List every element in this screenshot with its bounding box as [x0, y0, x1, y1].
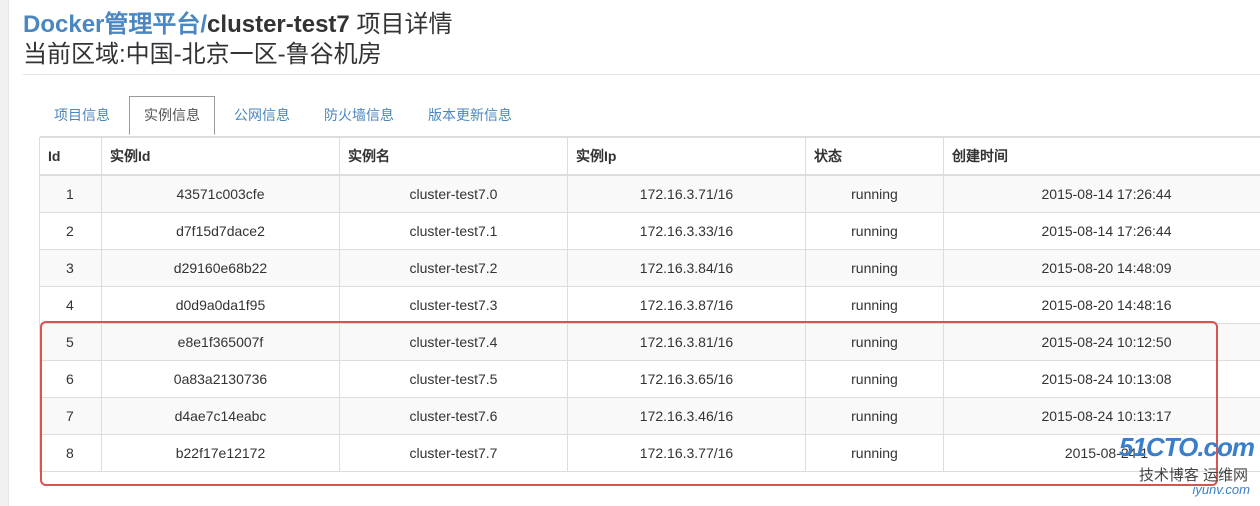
column-header-instance-ip: 实例Ip — [567, 137, 806, 176]
column-header-instance-name: 实例名 — [339, 137, 568, 176]
tab-public-network-info[interactable]: 公网信息 — [220, 96, 304, 135]
cell-status: running — [805, 286, 944, 324]
cell-created-time: 2015-08-14 17:26:44 — [943, 174, 1260, 213]
cell-status: running — [805, 174, 944, 213]
cell-instance-ip: 172.16.3.33/16 — [567, 212, 806, 250]
cell-instance-name: cluster-test7.0 — [339, 174, 568, 213]
cell-instance-name: cluster-test7.7 — [339, 434, 568, 472]
cell-created-time: 2015-08-24 1 — [943, 434, 1260, 472]
cell-instance-ip: 172.16.3.65/16 — [567, 360, 806, 398]
cell-instance-ip: 172.16.3.46/16 — [567, 397, 806, 435]
column-header-id: Id — [39, 137, 102, 176]
table-row: 1 43571c003cfe cluster-test7.0 172.16.3.… — [39, 174, 1260, 213]
table-row: 7 d4ae7c14eabc cluster-test7.6 172.16.3.… — [39, 397, 1260, 435]
cell-created-time: 2015-08-20 14:48:09 — [943, 249, 1260, 287]
tab-bar: 项目信息 实例信息 公网信息 防火墙信息 版本更新信息 — [40, 96, 1260, 137]
region-label: 当前区域:中国-北京一区-鲁谷机房 — [23, 41, 382, 68]
cell-created-time: 2015-08-24 10:13:08 — [943, 360, 1260, 398]
column-header-created-time: 创建时间 — [943, 137, 1260, 176]
page-header: Docker管理平台/cluster-test7 项目详情 当前区域:中国-北京… — [23, 10, 452, 70]
cell-status: running — [805, 212, 944, 250]
cell-instance-name: cluster-test7.5 — [339, 360, 568, 398]
cell-instance-id: d29160e68b22 — [101, 249, 340, 287]
cell-status: running — [805, 434, 944, 472]
tab-project-info[interactable]: 项目信息 — [40, 96, 124, 135]
cell-status: running — [805, 397, 944, 435]
cell-instance-ip: 172.16.3.77/16 — [567, 434, 806, 472]
cell-id: 7 — [39, 397, 102, 435]
cell-instance-ip: 172.16.3.84/16 — [567, 249, 806, 287]
cell-instance-id: b22f17e12172 — [101, 434, 340, 472]
table-row: 2 d7f15d7dace2 cluster-test7.1 172.16.3.… — [39, 212, 1260, 250]
cell-created-time: 2015-08-20 14:48:16 — [943, 286, 1260, 324]
cell-instance-ip: 172.16.3.71/16 — [567, 174, 806, 213]
table-header-row: Id 实例Id 实例名 实例Ip 状态 创建时间 — [39, 137, 1260, 176]
project-name: cluster-test7 — [207, 11, 350, 38]
tab-firewall-info[interactable]: 防火墙信息 — [310, 96, 408, 135]
cell-instance-ip: 172.16.3.81/16 — [567, 323, 806, 361]
cell-instance-name: cluster-test7.1 — [339, 212, 568, 250]
cell-id: 5 — [39, 323, 102, 361]
table-row: 4 d0d9a0da1f95 cluster-test7.3 172.16.3.… — [39, 286, 1260, 324]
brand-link[interactable]: Docker管理平台/ — [23, 11, 207, 38]
cell-instance-id: 43571c003cfe — [101, 174, 340, 213]
table-row: 5 e8e1f365007f cluster-test7.4 172.16.3.… — [39, 323, 1260, 361]
cell-instance-name: cluster-test7.6 — [339, 397, 568, 435]
table-row: 8 b22f17e12172 cluster-test7.7 172.16.3.… — [39, 434, 1260, 472]
cell-created-time: 2015-08-14 17:26:44 — [943, 212, 1260, 250]
cell-id: 3 — [39, 249, 102, 287]
column-header-instance-id: 实例Id — [101, 137, 340, 176]
cell-id: 6 — [39, 360, 102, 398]
cell-status: running — [805, 360, 944, 398]
table-row: 3 d29160e68b22 cluster-test7.2 172.16.3.… — [39, 249, 1260, 287]
table-row: 6 0a83a2130736 cluster-test7.5 172.16.3.… — [39, 360, 1260, 398]
cell-created-time: 2015-08-24 10:13:17 — [943, 397, 1260, 435]
cell-id: 4 — [39, 286, 102, 324]
cell-id: 8 — [39, 434, 102, 472]
title-suffix: 项目详情 — [349, 11, 453, 38]
cell-instance-id: d7f15d7dace2 — [101, 212, 340, 250]
tab-instance-info[interactable]: 实例信息 — [129, 96, 215, 135]
cell-status: running — [805, 323, 944, 361]
cell-instance-id: d4ae7c14eabc — [101, 397, 340, 435]
cell-instance-id: e8e1f365007f — [101, 323, 340, 361]
cell-id: 1 — [39, 174, 102, 213]
tab-version-update-info[interactable]: 版本更新信息 — [414, 96, 526, 135]
cell-instance-id: 0a83a2130736 — [101, 360, 340, 398]
left-sidebar-strip — [0, 0, 9, 506]
cell-instance-name: cluster-test7.4 — [339, 323, 568, 361]
cell-id: 2 — [39, 212, 102, 250]
cell-instance-name: cluster-test7.3 — [339, 286, 568, 324]
cell-instance-ip: 172.16.3.87/16 — [567, 286, 806, 324]
cell-instance-id: d0d9a0da1f95 — [101, 286, 340, 324]
cell-instance-name: cluster-test7.2 — [339, 249, 568, 287]
cell-status: running — [805, 249, 944, 287]
page-title: Docker管理平台/cluster-test7 项目详情 — [23, 10, 452, 40]
watermark-line3: iyunv.com — [1192, 482, 1250, 497]
header-divider — [23, 74, 1260, 75]
cell-created-time: 2015-08-24 10:12:50 — [943, 323, 1260, 361]
column-header-status: 状态 — [805, 137, 944, 176]
instance-table: Id 实例Id 实例名 实例Ip 状态 创建时间 1 43571c003cfe … — [39, 137, 1260, 472]
